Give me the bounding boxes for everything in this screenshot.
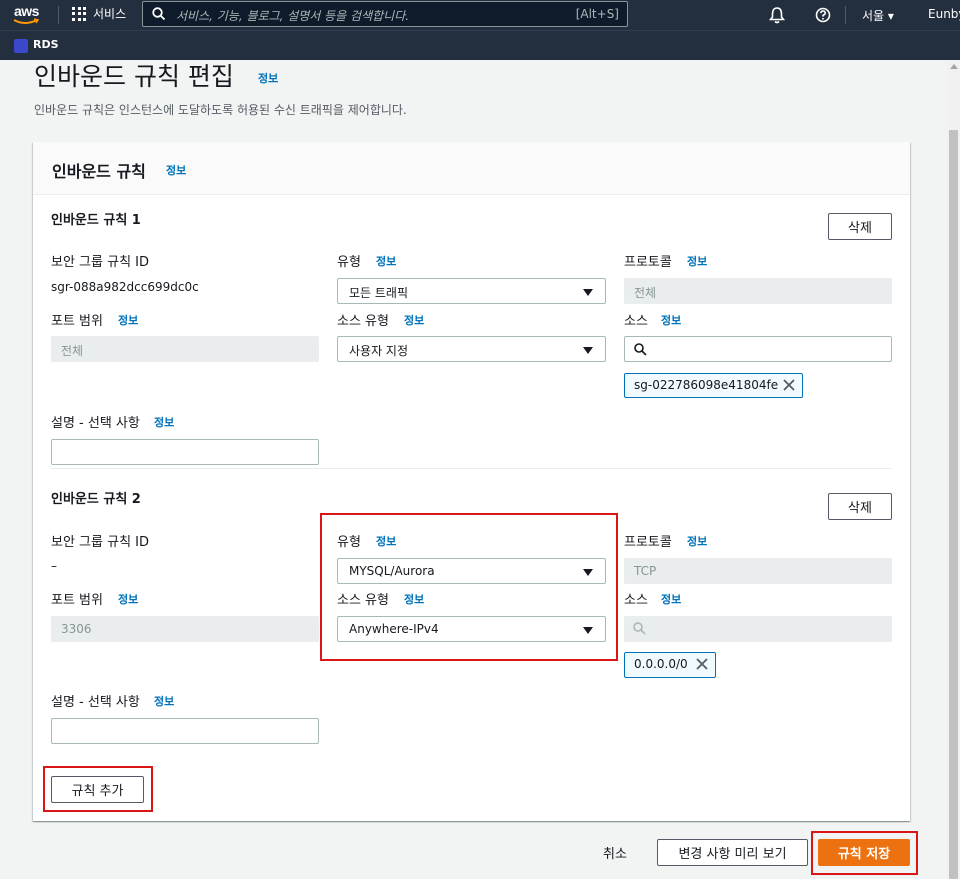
rule-1-description-info-link[interactable]: 정보 bbox=[154, 414, 174, 430]
caret-down-icon bbox=[583, 347, 593, 354]
nav-separator bbox=[845, 6, 846, 24]
rule-2-source-search-input bbox=[624, 616, 892, 642]
caret-down-icon bbox=[583, 289, 593, 296]
rule-1-sg-rule-id-value: sgr-088a982dcc699dc0c bbox=[51, 280, 199, 294]
rule-1-protocol-label: 프로토콜 bbox=[624, 255, 672, 270]
rule-1-sg-rule-id-label: 보안 그룹 규칙 ID bbox=[51, 255, 150, 270]
rule-2-source-info-link[interactable]: 정보 bbox=[661, 591, 681, 607]
rule-1-port-range-label: 포트 범위 bbox=[51, 314, 103, 329]
cancel-button[interactable]: 취소 bbox=[603, 843, 627, 862]
save-rules-button[interactable]: 규칙 저장 bbox=[818, 839, 910, 866]
rule-1-port-range-value: 전체 bbox=[61, 344, 84, 358]
rule-2-source-token: 0.0.0.0/0 bbox=[624, 652, 716, 678]
search-placeholder: 서비스, 기능, 블로그, 설명서 등을 검색합니다. bbox=[176, 9, 410, 23]
rds-service-icon bbox=[14, 39, 28, 53]
services-label: 서비스 bbox=[93, 7, 127, 21]
panel-info-link[interactable]: 정보 bbox=[166, 162, 186, 178]
rule-2-protocol-field: TCP bbox=[624, 558, 892, 584]
rule-1-type-value: 모든 트래픽 bbox=[349, 286, 409, 300]
user-menu[interactable]: Eunbye bbox=[928, 7, 960, 21]
rule-2-port-range-field: 3306 bbox=[51, 616, 319, 642]
rule-2-sg-rule-id-label: 보안 그룹 규칙 ID bbox=[51, 535, 150, 550]
rule-2-title: 인바운드 규칙 2 bbox=[51, 492, 141, 507]
rule-1-port-range-field: 전체 bbox=[51, 336, 319, 362]
rule-2-description-info-link[interactable]: 정보 bbox=[154, 693, 174, 709]
global-search-input[interactable]: 서비스, 기능, 블로그, 설명서 등을 검색합니다. [Alt+S] bbox=[142, 1, 628, 27]
rule-1-source-info-link[interactable]: 정보 bbox=[661, 312, 681, 328]
rule-2-description-label: 설명 - 선택 사항 bbox=[51, 695, 140, 710]
grid-menu-icon bbox=[72, 6, 86, 21]
rule-2-description-input[interactable] bbox=[51, 718, 319, 744]
rule-2-port-range-value: 3306 bbox=[61, 622, 92, 636]
highlight-box-add-rule bbox=[43, 766, 153, 812]
region-selector[interactable]: 서울 ▾ bbox=[862, 7, 894, 24]
notifications-bell-icon[interactable] bbox=[769, 6, 785, 24]
rule-2-delete-button[interactable]: 삭제 bbox=[828, 493, 892, 520]
top-navigation: aws 서비스 서비스, 기능, 블로그, 설명서 등을 검색합니다. [Alt… bbox=[0, 0, 960, 30]
rule-1-source-label: 소스 bbox=[624, 314, 648, 329]
search-icon bbox=[152, 7, 166, 21]
rule-1-source-token-value: sg-022786098e41804fe bbox=[634, 378, 779, 392]
rule-1-type-label: 유형 bbox=[337, 255, 361, 270]
rule-1-protocol-info-link[interactable]: 정보 bbox=[687, 253, 707, 269]
rule-2-protocol-value: TCP bbox=[634, 564, 657, 578]
scroll-up-arrow-icon[interactable] bbox=[950, 64, 958, 69]
panel-title: 인바운드 규칙 bbox=[52, 162, 146, 181]
preview-changes-button[interactable]: 변경 사항 미리 보기 bbox=[657, 839, 808, 866]
highlight-box-type-source bbox=[320, 513, 618, 661]
nav-separator bbox=[58, 6, 59, 24]
search-icon bbox=[634, 343, 647, 356]
rds-service-link[interactable]: RDS bbox=[33, 38, 59, 51]
aws-logo[interactable]: aws bbox=[12, 3, 44, 27]
rule-1-port-range-info-link[interactable]: 정보 bbox=[118, 312, 138, 328]
rule-1-description-input[interactable] bbox=[51, 439, 319, 465]
rule-1-type-info-link[interactable]: 정보 bbox=[376, 253, 396, 269]
rule-2-port-range-label: 포트 범위 bbox=[51, 593, 103, 608]
rule-1-protocol-field: 전체 bbox=[624, 278, 892, 304]
rule-1-description-label: 설명 - 선택 사항 bbox=[51, 416, 140, 431]
rule-1-delete-button[interactable]: 삭제 bbox=[828, 213, 892, 240]
search-shortcut: [Alt+S] bbox=[575, 7, 619, 21]
page-description: 인바운드 규칙은 인스턴스에 도달하도록 허용된 수신 트래픽을 제어합니다. bbox=[34, 103, 407, 117]
rule-1-title: 인바운드 규칙 1 bbox=[51, 213, 141, 228]
rule-1-source-type-value: 사용자 지정 bbox=[349, 344, 409, 358]
rule-1-source-type-label: 소스 유형 bbox=[337, 314, 389, 329]
search-icon bbox=[633, 622, 646, 635]
panel-header bbox=[33, 142, 910, 195]
aws-logo-text: aws bbox=[14, 3, 39, 19]
rule-1-type-select[interactable]: 모든 트래픽 bbox=[337, 278, 606, 304]
aws-smile-icon bbox=[13, 18, 40, 24]
rule-2-source-label: 소스 bbox=[624, 593, 648, 608]
rule-2-source-token-value: 0.0.0.0/0 bbox=[634, 657, 688, 671]
rule-divider bbox=[51, 468, 892, 469]
rule-2-remove-token-icon[interactable] bbox=[696, 658, 708, 670]
rule-2-protocol-label: 프로토콜 bbox=[624, 535, 672, 550]
page-title: 인바운드 규칙 편집 bbox=[34, 62, 234, 91]
rule-1-source-search-input[interactable] bbox=[624, 336, 892, 362]
page-title-info-link[interactable]: 정보 bbox=[258, 70, 278, 86]
scrollbar-thumb[interactable] bbox=[949, 130, 958, 879]
services-menu-button[interactable]: 서비스 bbox=[72, 5, 126, 22]
rule-1-source-type-info-link[interactable]: 정보 bbox=[404, 312, 424, 328]
rule-1-source-token: sg-022786098e41804fe bbox=[624, 373, 803, 398]
rule-1-source-type-select[interactable]: 사용자 지정 bbox=[337, 336, 606, 362]
help-icon[interactable] bbox=[815, 7, 831, 23]
service-bar: RDS bbox=[0, 30, 960, 60]
rule-1-protocol-value: 전체 bbox=[634, 286, 657, 300]
rule-2-sg-rule-id-value: – bbox=[51, 559, 57, 573]
rule-1-remove-token-icon[interactable] bbox=[783, 379, 795, 391]
rule-2-port-range-info-link[interactable]: 정보 bbox=[118, 591, 138, 607]
rule-2-protocol-info-link[interactable]: 정보 bbox=[687, 533, 707, 549]
